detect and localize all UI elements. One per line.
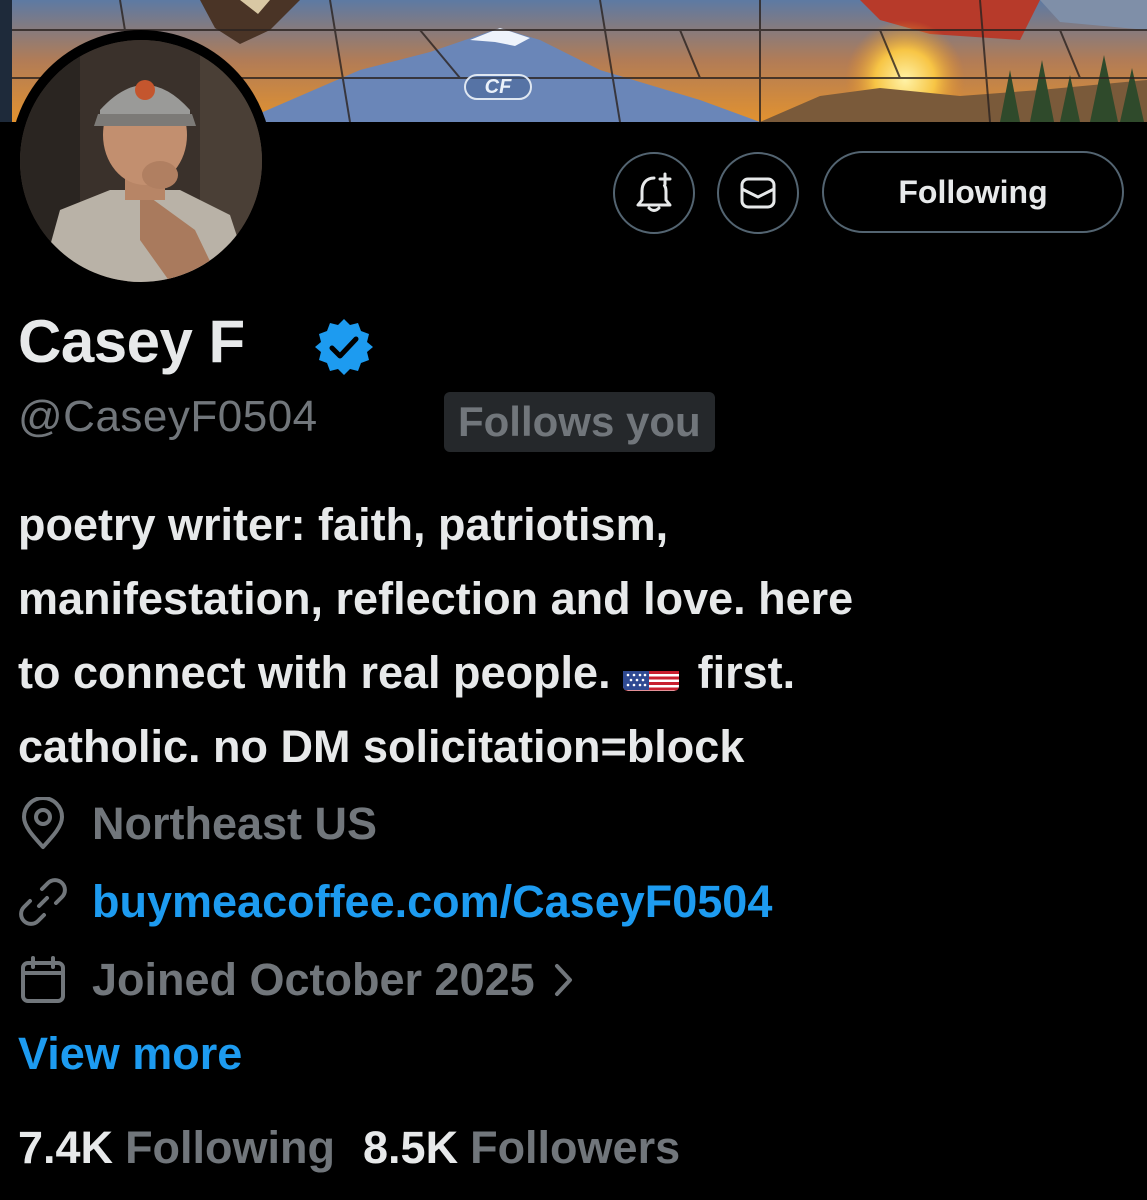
chevron-right-icon	[553, 962, 575, 998]
bio-text: first.	[697, 647, 796, 698]
bio: poetry writer: faith, patriotism, manife…	[18, 488, 1128, 784]
avatar-photo	[20, 40, 262, 282]
calendar-icon	[18, 950, 78, 1010]
verified-badge-icon[interactable]	[313, 316, 375, 383]
profile-page: CF Following Casey F @CaseyF0504 Follows…	[0, 0, 1147, 1200]
following-button[interactable]: Following	[822, 151, 1124, 233]
bio-line: catholic. no DM solicitation=block	[18, 721, 745, 772]
avatar[interactable]	[20, 40, 262, 282]
notify-button[interactable]	[613, 152, 695, 234]
joined-text: Joined October 2025	[92, 954, 535, 1005]
location-text: Northeast US	[92, 798, 378, 849]
website-row: buymeacoffee.com/CaseyF0504	[18, 872, 772, 932]
followers-stat[interactable]: 8.5K Followers	[363, 1122, 680, 1174]
bio-line: manifestation, reflection and love. here	[18, 573, 854, 624]
following-count: 7.4K	[18, 1122, 114, 1173]
joined-row[interactable]: Joined October 2025	[18, 950, 575, 1010]
following-label: Following	[125, 1122, 336, 1173]
message-button[interactable]	[717, 152, 799, 234]
envelope-icon	[740, 177, 776, 209]
bio-line: to connect with real people. first.	[18, 636, 1128, 710]
view-more-link[interactable]: View more	[18, 1028, 242, 1080]
followers-count: 8.5K	[363, 1122, 459, 1173]
following-stat[interactable]: 7.4K Following	[18, 1122, 335, 1174]
follows-you-badge: Follows you	[444, 392, 715, 452]
bio-text: to connect with real people.	[18, 647, 611, 698]
us-flag-icon	[623, 655, 680, 691]
handle: @CaseyF0504	[18, 392, 318, 441]
location-row: Northeast US	[18, 794, 377, 854]
location-pin-icon	[18, 794, 78, 854]
link-icon	[18, 872, 78, 932]
display-name: Casey F	[18, 308, 245, 375]
followers-label: Followers	[470, 1122, 681, 1173]
follow-stats: 7.4K Following 8.5K Followers	[18, 1122, 708, 1174]
bell-plus-icon	[636, 172, 672, 212]
website-link[interactable]: buymeacoffee.com/CaseyF0504	[92, 876, 772, 928]
banner-logo-cf: CF	[464, 74, 532, 100]
bio-line: poetry writer: faith, patriotism,	[18, 499, 669, 550]
